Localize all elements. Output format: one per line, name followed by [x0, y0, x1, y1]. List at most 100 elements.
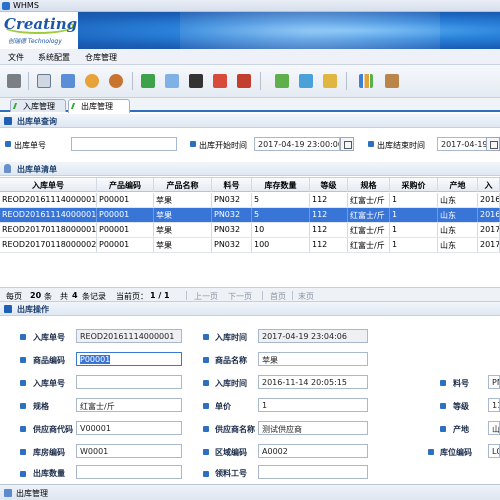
outbound-list-table: 入库单号 产品编码 产品名称 料号 库存数量 等级 规格 采购价 产地 入 RE…	[0, 177, 500, 287]
copy-button[interactable]	[34, 71, 54, 91]
transfer-icon	[323, 74, 337, 88]
window-title: WHMS	[13, 1, 39, 10]
report-button[interactable]	[162, 71, 182, 91]
cell: P00001	[97, 223, 154, 237]
col-header[interactable]: 入库单号	[0, 178, 97, 192]
first-page-link[interactable]: 首页	[270, 291, 286, 302]
prev-page-link[interactable]: 上一页	[194, 291, 218, 302]
header-banner: Creating 创瑞德 Technology	[0, 12, 500, 49]
inbound-button[interactable]	[272, 71, 292, 91]
col-header[interactable]: 采购价	[390, 178, 438, 192]
start-time-input[interactable]: 2017-04-19 23:00:00	[254, 137, 340, 151]
table-row[interactable]: REOD20170118000001 P00001 苹果 PN032 10 11…	[0, 223, 500, 238]
status-text: 出库管理	[16, 489, 48, 498]
col-header[interactable]: 库存数量	[252, 178, 310, 192]
picker-input[interactable]	[258, 465, 368, 479]
menu-warehouse[interactable]: 仓库管理	[85, 52, 117, 63]
field-bullet	[20, 471, 26, 477]
field-bullet	[440, 426, 446, 432]
grid-button[interactable]	[210, 71, 230, 91]
col-header[interactable]: 产品编码	[97, 178, 154, 192]
location-input[interactable]: L0001	[488, 444, 500, 458]
grid2-button[interactable]	[234, 71, 254, 91]
per-page-value[interactable]: 20	[30, 291, 41, 300]
money-icon	[141, 74, 155, 88]
tab-inbound[interactable]: 入库管理	[10, 99, 66, 112]
field-bullet	[20, 334, 26, 340]
supplier-name-input[interactable]: 测试供应商	[258, 421, 368, 435]
product-name-input[interactable]: 苹果	[258, 352, 368, 366]
col-header[interactable]: 等级	[310, 178, 348, 192]
table-row-selected[interactable]: REOD20161114000001 P00001 苹果 PN032 5 112…	[0, 208, 500, 223]
in-time2-input[interactable]: 2016-11-14 20:05:15	[258, 375, 368, 389]
field-bullet	[20, 403, 26, 409]
cell: 112	[310, 238, 348, 252]
menu-file[interactable]: 文件	[8, 52, 24, 63]
end-calendar-button[interactable]	[486, 137, 500, 151]
origin-input[interactable]: 山东	[488, 421, 500, 435]
col-header[interactable]: 料号	[212, 178, 252, 192]
in-time2-label: 入库时间	[215, 379, 247, 388]
supplier-code-input[interactable]: V00001	[76, 421, 182, 435]
table-row[interactable]: REOD20170118000002 P00001 苹果 PN032 100 1…	[0, 238, 500, 253]
transfer-button[interactable]	[320, 71, 340, 91]
warehouse-label: 库房编码	[33, 448, 65, 457]
area-label: 区域编码	[215, 448, 247, 457]
box-button[interactable]	[382, 71, 402, 91]
chart-icon	[359, 74, 373, 88]
cell: 2016	[478, 193, 500, 207]
cell: REOD20170118000001	[0, 223, 97, 237]
in-time-input[interactable]: 2017-04-19 23:04:06	[258, 329, 368, 343]
order-number-input[interactable]	[71, 137, 177, 151]
field-bullet	[203, 471, 209, 477]
menu-system-config[interactable]: 系统配置	[38, 52, 70, 63]
field-bullet	[440, 380, 446, 386]
box-icon	[385, 74, 399, 88]
product-name-label: 商品名称	[215, 356, 247, 365]
supplier-code-label: 供应商代码	[33, 425, 73, 434]
money-button[interactable]	[138, 71, 158, 91]
col-header[interactable]: 产地	[438, 178, 478, 192]
area-input[interactable]: A0002	[258, 444, 368, 458]
chart-button[interactable]	[356, 71, 376, 91]
product-code-input[interactable]: P00001	[76, 352, 182, 366]
users-button[interactable]	[106, 71, 126, 91]
cell: PN032	[212, 223, 252, 237]
next-page-link[interactable]: 下一页	[228, 291, 252, 302]
current-page-label: 当前页：	[116, 292, 148, 301]
cell: 5	[252, 193, 310, 207]
part-input[interactable]: PN032	[488, 375, 500, 389]
in-order-input[interactable]: REOD20161114000001	[76, 329, 182, 343]
price-input[interactable]: 1	[258, 398, 368, 412]
in-order2-input[interactable]	[76, 375, 182, 389]
tab-outbound[interactable]: 出库管理	[68, 99, 130, 113]
document-button[interactable]	[58, 71, 78, 91]
col-header[interactable]: 规格	[348, 178, 390, 192]
last-page-link[interactable]: 末页	[298, 291, 314, 302]
warehouse-button[interactable]	[186, 71, 206, 91]
per-page-unit: 条	[44, 292, 52, 301]
report-icon	[165, 74, 179, 88]
col-header[interactable]: 入	[478, 178, 500, 192]
out-qty-input[interactable]	[76, 465, 182, 479]
spec-input[interactable]: 红富士/斤	[76, 398, 182, 412]
exit-button[interactable]	[4, 71, 24, 91]
cell: 山东	[438, 223, 478, 237]
table-header: 入库单号 产品编码 产品名称 料号 库存数量 等级 规格 采购价 产地 入	[0, 178, 500, 192]
field-bullet	[203, 426, 209, 432]
user-button[interactable]	[82, 71, 102, 91]
field-bullet	[20, 426, 26, 432]
field-bullet	[20, 380, 26, 386]
cell: 苹果	[154, 223, 212, 237]
window-titlebar: WHMS	[0, 0, 500, 12]
col-header[interactable]: 产品名称	[154, 178, 212, 192]
start-calendar-button[interactable]	[340, 137, 354, 151]
cell: P00001	[97, 208, 154, 222]
grade-input[interactable]: 112	[488, 398, 500, 412]
cell: 红富士/斤	[348, 238, 390, 252]
table-row[interactable]: REOD20161114000001 P00001 苹果 PN032 5 112…	[0, 193, 500, 208]
outbound-button[interactable]	[296, 71, 316, 91]
copy-icon	[37, 74, 51, 88]
warehouse-input[interactable]: W0001	[76, 444, 182, 458]
end-time-input[interactable]: 2017-04-19 23:00:00	[437, 137, 487, 151]
